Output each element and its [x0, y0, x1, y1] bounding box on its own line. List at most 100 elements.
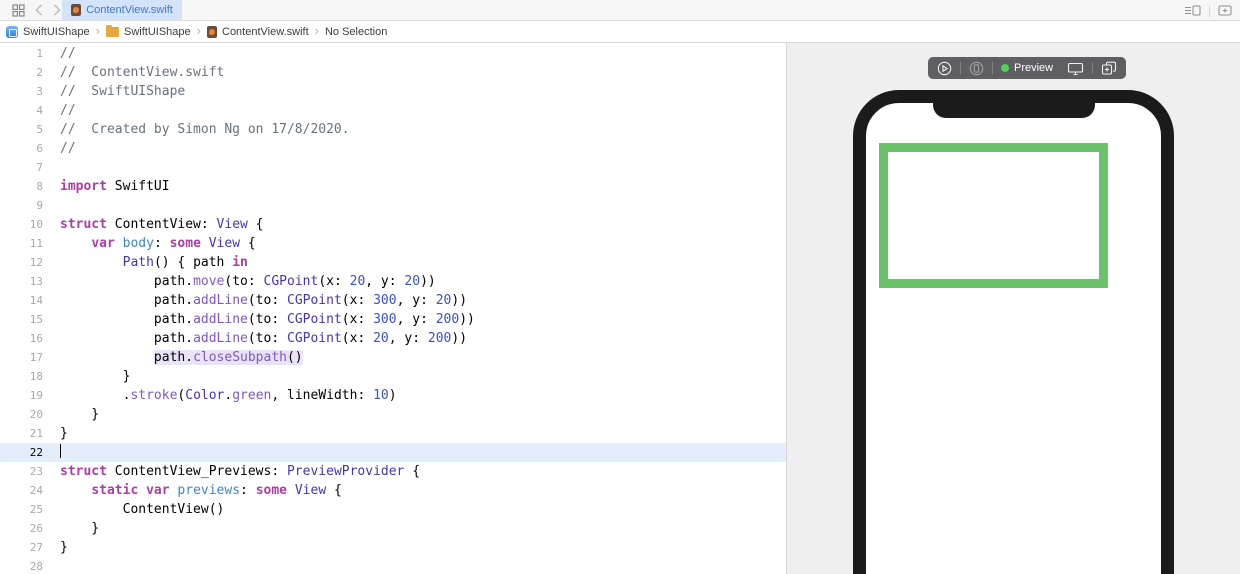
line-number: 4 — [36, 104, 43, 117]
breadcrumb-item-selection[interactable]: No Selection — [325, 26, 387, 38]
divider — [1092, 62, 1094, 74]
status-dot — [1001, 64, 1009, 72]
code-line[interactable]: 4 // — [0, 101, 786, 120]
code-text: ContentView() — [60, 502, 225, 517]
code-text: } — [60, 540, 68, 555]
code-line[interactable]: 16 path.addLine(to: CGPoint(x: 20, y: 20… — [0, 329, 786, 348]
code-line[interactable]: 24 static var previews: some View { — [0, 481, 786, 500]
line-number: 25 — [29, 503, 43, 516]
line-number: 10 — [29, 218, 43, 231]
line-number: 11 — [29, 237, 43, 250]
code-text: // — [60, 141, 76, 156]
line-number: 21 — [29, 427, 43, 440]
code-text: .stroke(Color.green, lineWidth: 10) — [60, 388, 397, 403]
line-number: 7 — [36, 161, 43, 174]
line-number: 20 — [29, 408, 43, 421]
code-line[interactable]: 9 — [0, 196, 786, 215]
line-number: 24 — [29, 484, 43, 497]
code-line[interactable]: 7 — [0, 158, 786, 177]
editor-options-icon[interactable] — [1184, 2, 1201, 20]
code-line[interactable]: 28 — [0, 557, 786, 574]
code-line[interactable]: 19 .stroke(Color.green, lineWidth: 10) — [0, 386, 786, 405]
code-line[interactable]: 3 // SwiftUIShape — [0, 82, 786, 101]
iphone-notch — [932, 102, 1095, 118]
code-line[interactable]: 5 // Created by Simon Ng on 17/8/2020. — [0, 120, 786, 139]
code-line[interactable]: 6 // — [0, 139, 786, 158]
line-number: 1 — [36, 47, 43, 60]
chevron-forward-icon[interactable] — [53, 1, 61, 19]
code-text: path.addLine(to: CGPoint(x: 20, y: 200)) — [60, 331, 468, 346]
code-text: // — [60, 103, 76, 118]
chevron-back-icon[interactable] — [35, 1, 43, 19]
code-line[interactable]: 21} — [0, 424, 786, 443]
code-line[interactable]: 1 // — [0, 44, 786, 63]
line-number: 14 — [29, 294, 43, 307]
code-text: path.closeSubpath() — [153, 350, 303, 365]
code-line[interactable]: 27} — [0, 538, 786, 557]
preview-label: Preview — [1014, 62, 1054, 74]
line-number: 5 — [36, 123, 43, 136]
line-number: 17 — [29, 351, 43, 364]
duplicate-preview-icon[interactable] — [1101, 59, 1117, 77]
code-line[interactable]: 17 path.closeSubpath() — [0, 348, 786, 367]
breadcrumb-item-file[interactable]: ContentView.swift — [207, 25, 309, 38]
tab-contentview-swift[interactable]: ContentView.swift — [62, 0, 182, 20]
add-editor-icon[interactable] — [1218, 2, 1232, 20]
code-line[interactable]: 14 path.addLine(to: CGPoint(x: 300, y: 2… — [0, 291, 786, 310]
code-line[interactable]: 2 // ContentView.swift — [0, 63, 786, 82]
code-line[interactable]: 12 Path() { path in — [0, 253, 786, 272]
divider — [1209, 4, 1210, 17]
code-editor[interactable]: 1 // 2 // ContentView.swift 3 // SwiftUIShape… — [0, 43, 786, 574]
code-line[interactable]: 26 } — [0, 519, 786, 538]
play-icon[interactable] — [937, 59, 952, 77]
line-number: 12 — [29, 256, 43, 269]
code-text: } — [60, 521, 100, 536]
code-text: import SwiftUI — [60, 179, 170, 194]
divider — [992, 62, 993, 74]
preview-status: Preview — [1001, 62, 1053, 74]
tab-title: ContentView.swift — [86, 4, 173, 16]
preview-canvas: Preview — [786, 43, 1240, 574]
line-number: 26 — [29, 522, 43, 535]
code-line[interactable]: 23 struct ContentView_Previews: PreviewPr… — [0, 462, 786, 481]
code-text: path.addLine(to: CGPoint(x: 300, y: 200)… — [60, 312, 475, 327]
line-number: 16 — [29, 332, 43, 345]
code-text: // — [60, 46, 76, 61]
folder-icon — [106, 25, 119, 37]
code-text: struct ContentView_Previews: PreviewProv… — [60, 464, 421, 479]
chevron-right-icon: › — [314, 23, 319, 38]
line-number: 22 — [29, 446, 43, 459]
live-preview-icon[interactable] — [969, 59, 984, 77]
code-line[interactable]: 13 path.move(to: CGPoint(x: 20, y: 20)) — [0, 272, 786, 291]
breadcrumb-item-project[interactable]: SwiftUIShape — [6, 25, 90, 38]
line-number: 23 — [29, 465, 43, 478]
code-line[interactable]: 10 struct ContentView: View { — [0, 215, 786, 234]
code-line[interactable]: 18 } — [0, 367, 786, 386]
code-line[interactable]: 8 import SwiftUI — [0, 177, 786, 196]
code-text: // ContentView.swift — [60, 65, 225, 80]
code-text: // SwiftUIShape — [60, 84, 186, 99]
code-text — [60, 443, 61, 462]
code-line[interactable]: 20 } — [0, 405, 786, 424]
code-text: } — [60, 369, 131, 384]
code-line[interactable]: 15 path.addLine(to: CGPoint(x: 300, y: 2… — [0, 310, 786, 329]
line-number: 28 — [29, 560, 43, 573]
code-text: path.addLine(to: CGPoint(x: 300, y: 20)) — [60, 293, 468, 308]
line-number: 13 — [29, 275, 43, 288]
swift-file-icon — [207, 25, 217, 38]
line-number: 15 — [29, 313, 43, 326]
breadcrumb-item-group[interactable]: SwiftUIShape — [106, 25, 191, 38]
code-text: } — [60, 426, 68, 441]
app-icon — [6, 25, 18, 38]
grid-icon[interactable] — [12, 1, 25, 19]
device-icon[interactable] — [1067, 59, 1084, 77]
code-line[interactable]: 22 — [0, 443, 786, 462]
code-line[interactable]: 25 ContentView() — [0, 500, 786, 519]
code-text: } — [60, 407, 100, 422]
chevron-right-icon: › — [196, 23, 201, 38]
code-line[interactable]: 11 var body: some View { — [0, 234, 786, 253]
line-number: 6 — [36, 142, 43, 155]
preview-toolbar: Preview — [928, 57, 1127, 79]
line-number: 8 — [36, 180, 43, 193]
line-number: 2 — [36, 66, 43, 79]
